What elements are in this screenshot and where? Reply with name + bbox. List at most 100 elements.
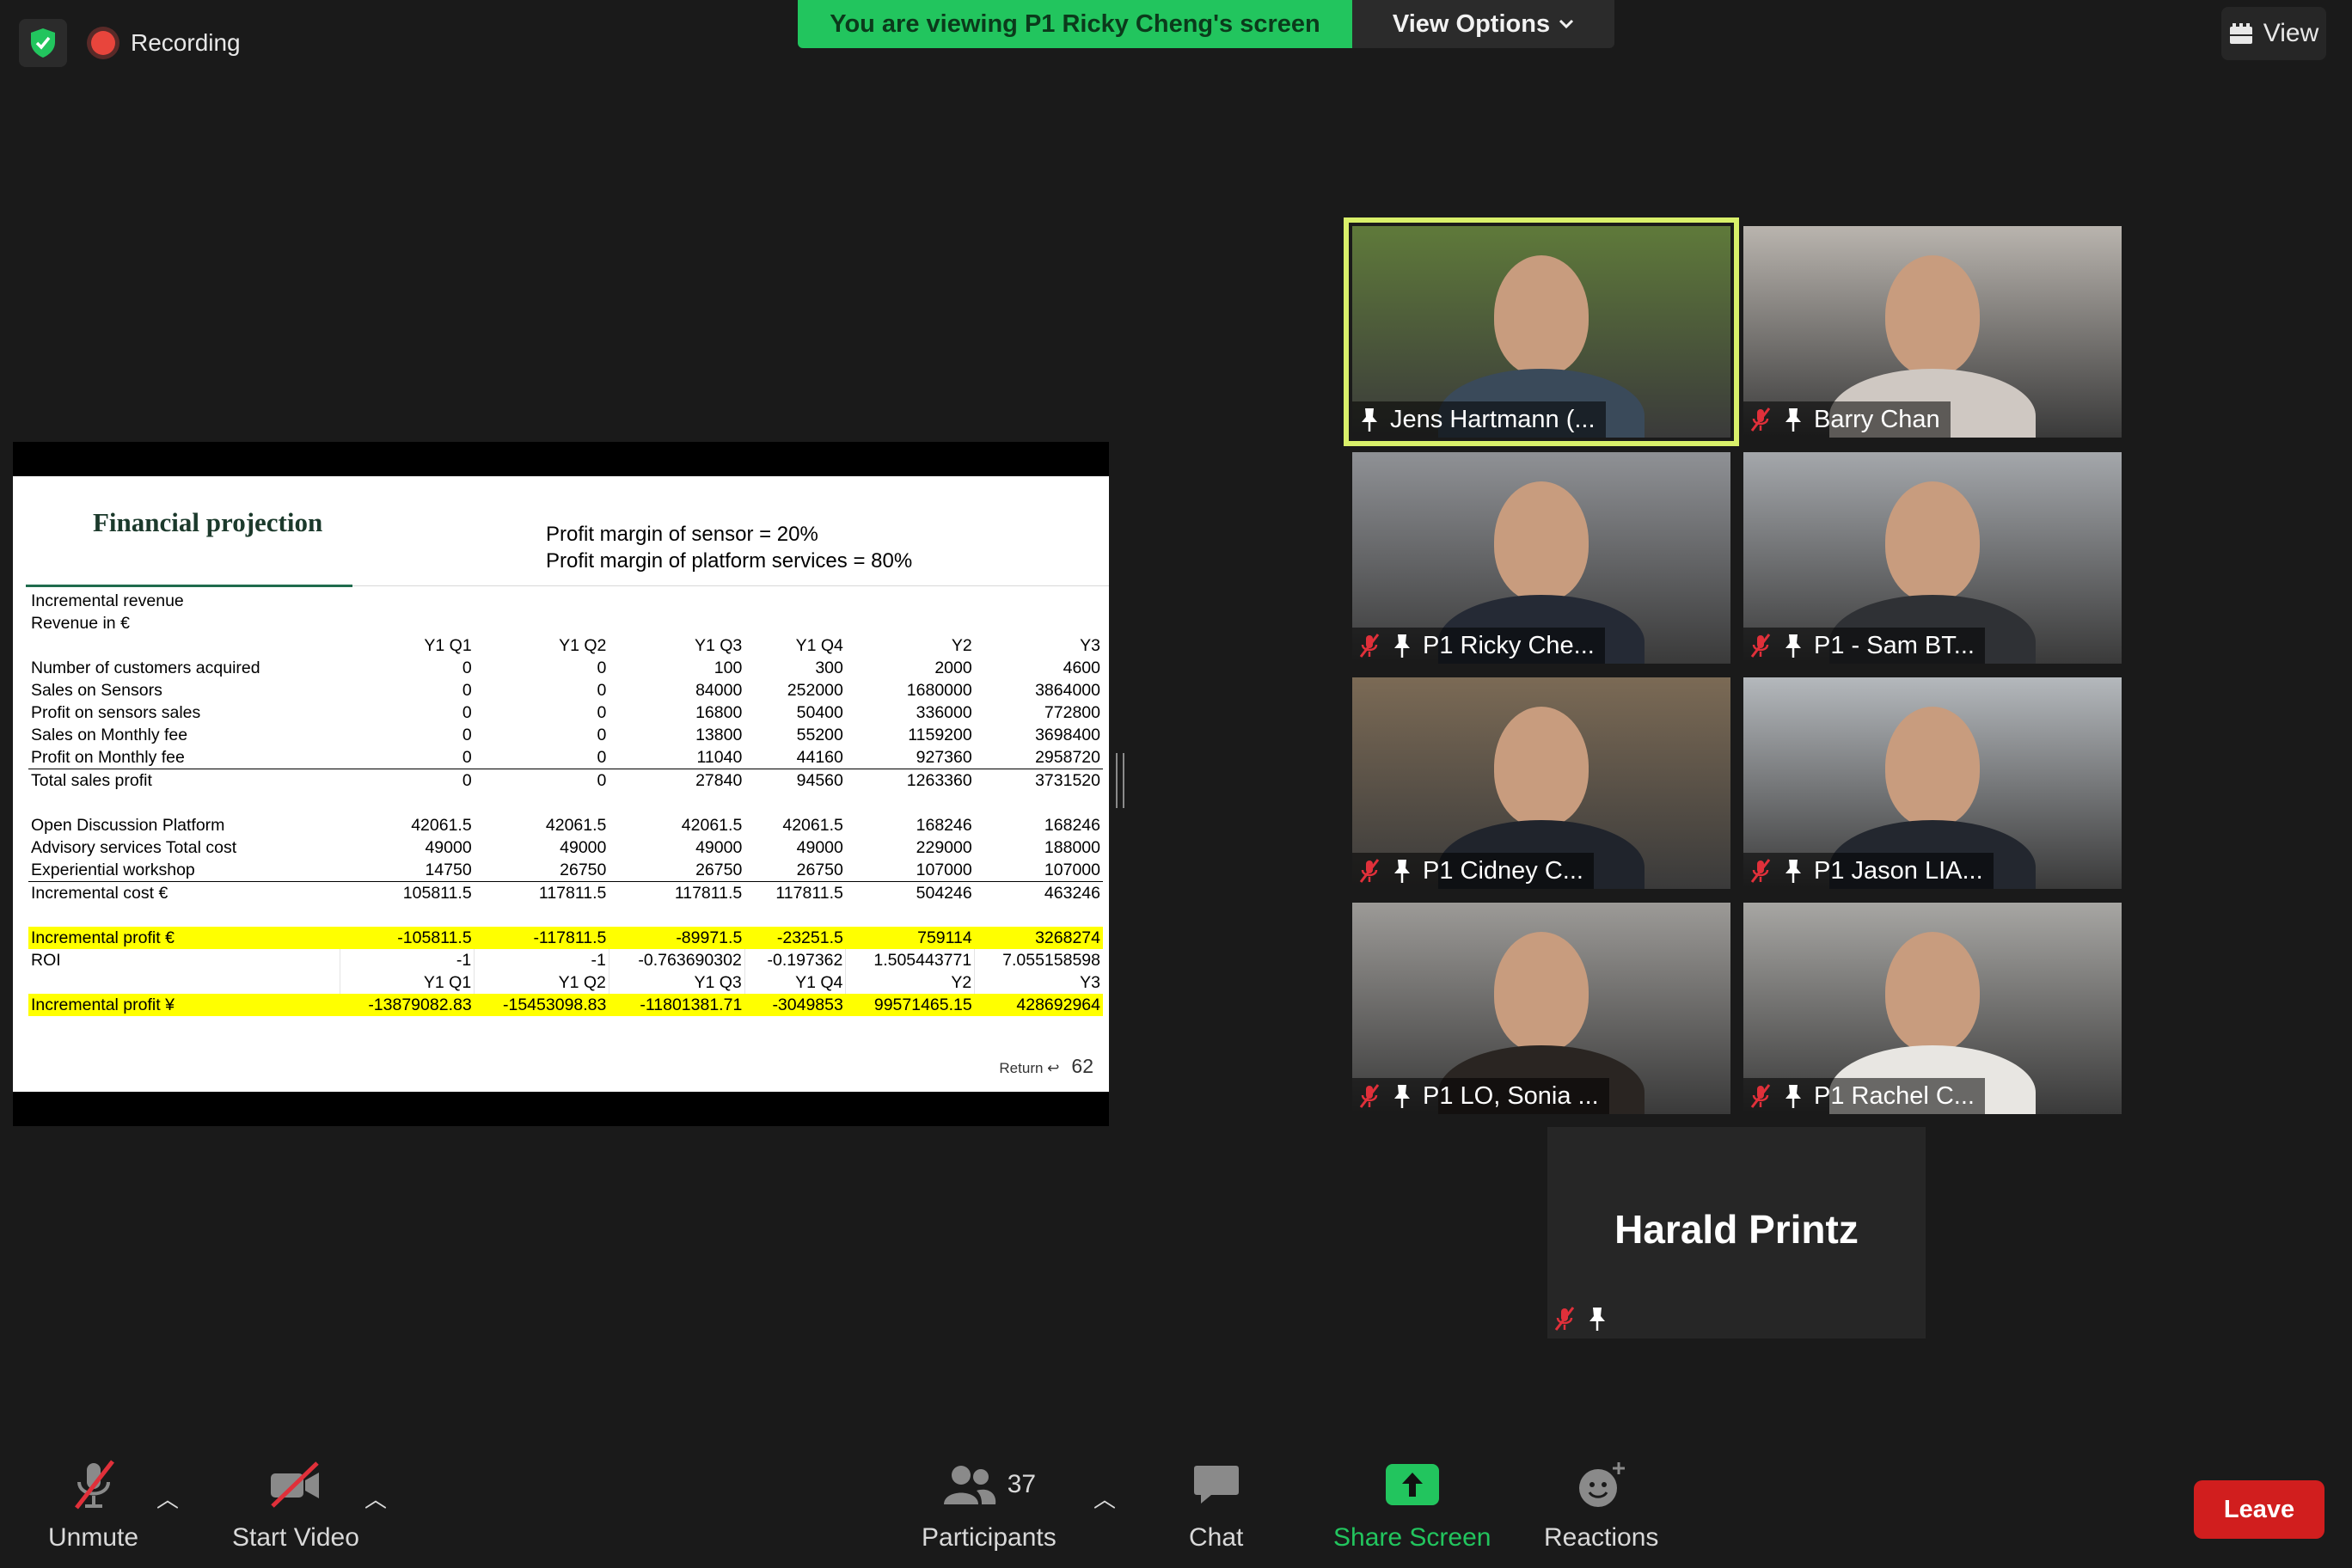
table-row: Profit on Monthly fee 0 0 11040 44160 927360 2… [28,746,1103,769]
grid-view-icon [2229,23,2252,44]
return-link[interactable]: Return ↩ [999,1060,1059,1077]
table-cell: 3731520 [1035,771,1100,790]
participant-face [1494,481,1589,602]
participant-name: Harald Printz [1614,1207,1859,1252]
chat-button[interactable]: Chat [1189,1458,1243,1553]
table-cell: 100 [714,658,743,677]
participant-tile[interactable]: P1 Rachel C... [1743,903,2122,1114]
header-divider [352,585,1109,586]
table-cell: 0 [597,771,607,790]
row-label: Incremental profit € [28,927,340,949]
column-header: Y2 [951,636,972,655]
table-cell: -1 [474,949,609,971]
pin-icon [1781,858,1805,884]
participants-button[interactable]: 37 Participants [922,1458,1057,1553]
row-label: ROI [31,951,61,970]
table-row: Sales on Monthly fee 0 0 13800 55200 1159200 3… [28,724,1103,746]
start-video-button[interactable]: Start Video [232,1458,359,1553]
participants-label: Participants [922,1523,1057,1552]
tile-status-icons [1553,1306,1609,1332]
participant-tile[interactable]: Jens Hartmann (... [1344,217,1739,446]
table-row: Number of customers acquired 0 0 100 300 2000… [28,657,1103,679]
participant-tile-harald[interactable]: Harald Printz [1547,1127,1926,1338]
table-cell: 14750 [340,859,475,882]
section-label: Incremental revenue [31,591,184,610]
table-cell: 13800 [695,726,743,744]
table-cell: 1159200 [908,726,972,744]
muted-mic-icon [1357,1083,1381,1109]
table-cell: 42061.5 [545,816,607,835]
table-cell: 94560 [796,771,843,790]
table-cell: 49000 [695,838,743,857]
start-video-label: Start Video [232,1523,359,1552]
view-layout-button[interactable]: View [2221,7,2326,60]
participant-tile[interactable]: P1 Ricky Che... [1352,452,1730,664]
table-cell: 44160 [744,746,846,769]
participant-tile[interactable]: Barry Chan [1743,226,2122,438]
view-options-label: View Options [1392,9,1551,38]
muted-mic-icon [1553,1306,1577,1332]
video-options-caret-icon[interactable]: ︿ [364,1482,387,1514]
table-cell: 26750 [744,859,846,882]
pin-icon [1585,1306,1609,1332]
share-screen-button[interactable]: Share Screen [1333,1458,1491,1553]
column-header: Y1 Q1 [339,971,475,994]
table-cell: 168246 [1044,816,1100,835]
muted-mic-icon [1357,858,1381,884]
table-cell: 1.505443771 [845,949,975,971]
table-row: Total sales profit 0 0 27840 94560 1263360 373… [28,769,1103,793]
profit-margin-notes: Profit margin of sensor = 20% Profit mar… [546,521,912,574]
participant-face [1494,255,1589,376]
security-shield-button[interactable] [19,19,67,67]
table-cell: 117811.5 [538,884,607,903]
participant-tile[interactable]: P1 Cidney C... [1352,677,1730,889]
view-options-button[interactable]: View Options [1352,0,1614,48]
shield-icon [31,28,55,58]
audio-options-caret-icon[interactable]: ︿ [156,1482,179,1514]
table-cell: -117811.5 [474,927,609,949]
table-cell: 3698400 [1035,726,1100,744]
reactions-button[interactable]: Reactions [1544,1458,1658,1553]
participant-name: P1 Ricky Che... [1423,631,1595,659]
participants-options-caret-icon[interactable]: ︿ [1093,1482,1116,1514]
table-cell: 105811.5 [402,884,472,903]
table-cell: 55200 [796,726,843,744]
meeting-toolbar: Unmute ︿ Start Video ︿ 37 Participants ︿ [0,1449,2352,1568]
table-cell: 7.055158598 [974,949,1103,971]
split-resize-handle[interactable] [1116,753,1124,808]
table-cell: 0 [597,681,607,700]
participant-name: P1 - Sam BT... [1814,631,1975,659]
table-cell: 229000 [916,838,972,857]
muted-mic-icon [1749,858,1773,884]
column-header: Y1 Q2 [474,971,609,994]
participant-name: P1 LO, Sonia ... [1423,1081,1599,1110]
name-tag: P1 Cidney C... [1352,853,1594,889]
participant-tile[interactable]: P1 LO, Sonia ... [1352,903,1730,1114]
table-cell: 0 [597,703,607,722]
financial-table: Incremental revenue Revenue in € Y1 Q1 Y… [28,590,1103,1016]
table-cell: 42061.5 [681,816,743,835]
recording-indicator[interactable]: Recording [91,22,241,64]
participant-face [1885,481,1980,602]
recording-label: Recording [131,29,241,56]
mic-muted-icon [74,1460,114,1510]
table-cell: 42061.5 [782,816,843,835]
participant-face [1885,932,1980,1052]
shared-screen[interactable]: Financial projection Profit margin of se… [13,442,1109,1126]
table-cell: 2000 [934,658,972,677]
leave-button[interactable]: Leave [2194,1480,2324,1539]
pin-icon [1781,1083,1805,1109]
participant-name: Barry Chan [1814,405,1940,433]
unmute-button[interactable]: Unmute [48,1458,138,1553]
column-header: Y1 Q4 [795,636,843,655]
table-cell: 0 [340,746,475,769]
muted-mic-icon [1749,1083,1773,1109]
participant-tile[interactable]: P1 - Sam BT... [1743,452,2122,664]
chat-icon [1193,1466,1239,1504]
participants-count: 37 [1007,1470,1037,1498]
participant-name: Jens Hartmann (... [1390,405,1596,433]
column-header: Y1 Q4 [744,971,846,994]
participant-tile[interactable]: P1 Jason LIA... [1743,677,2122,889]
name-tag: P1 Ricky Che... [1352,628,1605,664]
table-row: ROI -1 -1 -0.763690302 -0.197362 1.505443771 7… [28,949,1103,971]
